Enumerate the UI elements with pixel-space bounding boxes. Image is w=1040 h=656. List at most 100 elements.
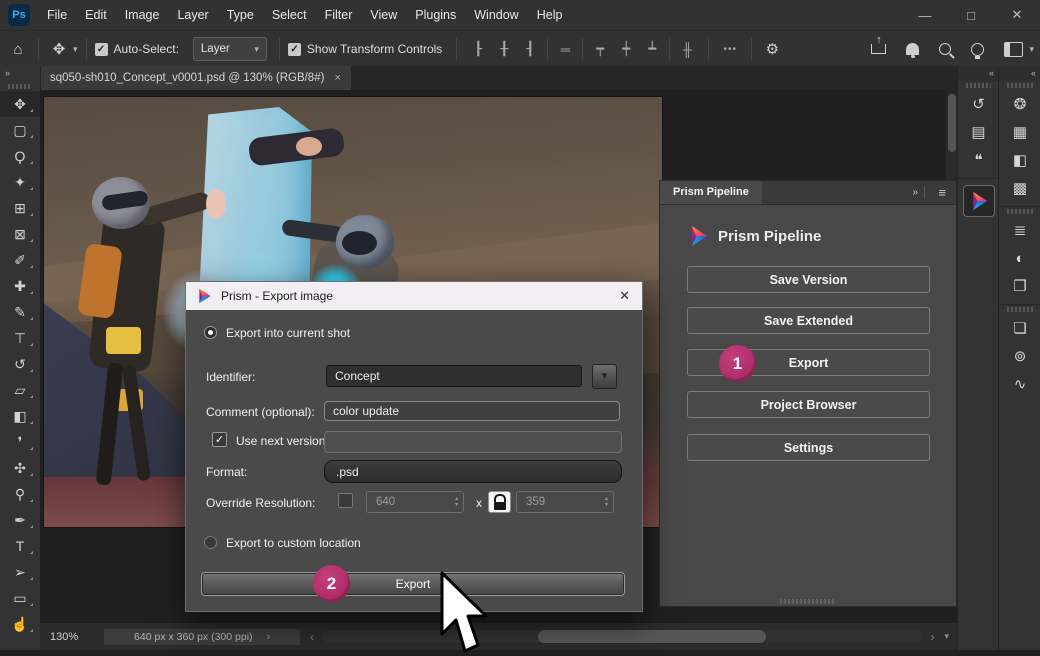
override-resolution-checkbox[interactable] xyxy=(338,493,353,508)
discover-lightbulb-icon[interactable] xyxy=(971,43,984,56)
photoshop-logo[interactable]: Ps xyxy=(8,4,30,26)
comment-input[interactable] xyxy=(324,401,620,421)
frame-tool[interactable]: ⊠ xyxy=(0,221,40,247)
menu-window[interactable]: Window xyxy=(465,0,527,30)
format-combo[interactable]: .psd xyxy=(324,460,622,483)
notifications-bell-icon[interactable] xyxy=(906,43,919,55)
menu-edit[interactable]: Edit xyxy=(76,0,116,30)
color-panel-icon[interactable]: ❂ xyxy=(999,90,1040,118)
menu-type[interactable]: Type xyxy=(218,0,263,30)
gear-icon[interactable]: ⚙ xyxy=(760,40,784,58)
vertical-scrollbar-thumb[interactable] xyxy=(948,94,956,152)
properties-panel-icon[interactable]: ❐ xyxy=(999,272,1040,300)
align-vertical-center-icon[interactable]: ┿ xyxy=(613,41,639,57)
minimize-button[interactable]: — xyxy=(902,0,948,30)
menu-layer[interactable]: Layer xyxy=(168,0,217,30)
document-info[interactable]: 640 px x 360 px (300 ppi)› xyxy=(104,629,300,645)
libraries-icon[interactable]: ▤ xyxy=(958,118,999,146)
zoom-level[interactable]: 130% xyxy=(50,631,78,643)
mixer-brush-tool[interactable]: ✣ xyxy=(0,455,40,481)
type-tool[interactable]: T xyxy=(0,533,40,559)
marquee-tool[interactable]: ▢ xyxy=(0,117,40,143)
identifier-input[interactable] xyxy=(326,365,582,387)
collapse-rail-icon[interactable]: « xyxy=(999,66,1040,81)
vertical-scrollbar[interactable] xyxy=(946,92,957,182)
rectangle-tool[interactable]: ▭ xyxy=(0,585,40,611)
hand-tool[interactable]: ☝ xyxy=(0,611,40,637)
panel-menu-icon[interactable]: ≡ xyxy=(938,181,946,204)
healing-brush-tool[interactable]: ✚ xyxy=(0,273,40,299)
toolbar-drag-handle[interactable] xyxy=(8,84,32,89)
chevron-down-icon[interactable]: ▾ xyxy=(1029,44,1034,55)
dialog-close-icon[interactable]: ✕ xyxy=(619,282,630,310)
more-options-icon[interactable]: ••• xyxy=(717,44,743,55)
maximize-button[interactable]: □ xyxy=(948,0,994,30)
layers-panel-icon[interactable]: ❏ xyxy=(999,314,1040,342)
menu-plugins[interactable]: Plugins xyxy=(406,0,465,30)
collapse-rail-icon[interactable]: « xyxy=(958,66,999,81)
history-icon[interactable]: ↺ xyxy=(958,90,999,118)
align-bottom-icon[interactable]: ┷ xyxy=(639,41,665,57)
chevron-down-icon[interactable]: ▾ xyxy=(944,631,949,642)
eyedropper-tool[interactable]: ✐ xyxy=(0,247,40,273)
menu-help[interactable]: Help xyxy=(528,0,572,30)
align-top-icon[interactable]: ┯ xyxy=(587,41,613,57)
auto-select-checkbox[interactable]: ✓ xyxy=(95,43,108,56)
tab-prism-pipeline[interactable]: Prism Pipeline xyxy=(660,181,762,204)
radio-custom-location[interactable] xyxy=(204,536,217,549)
dodge-tool[interactable]: ⚲ xyxy=(0,481,40,507)
horizontal-scrollbar-thumb[interactable] xyxy=(538,630,766,643)
settings-button[interactable]: Settings xyxy=(687,434,930,461)
move-tool[interactable]: ✥ xyxy=(0,91,40,117)
collapse-panel-icon[interactable]: » xyxy=(912,181,918,204)
gradient-tool[interactable]: ◧ xyxy=(0,403,40,429)
pen-tool[interactable]: ✒ xyxy=(0,507,40,533)
menu-file[interactable]: File xyxy=(38,0,76,30)
width-spinner[interactable]: 640 ▴▾ xyxy=(366,491,464,513)
rail-drag-handle[interactable] xyxy=(1007,209,1033,214)
dialog-export-button[interactable]: Export xyxy=(201,572,625,596)
clone-stamp-tool[interactable]: ⊤ xyxy=(0,325,40,351)
align-horizontal-center-icon[interactable]: ╂ xyxy=(491,41,517,57)
brush-tool[interactable]: ✎ xyxy=(0,299,40,325)
eraser-tool[interactable]: ▱ xyxy=(0,377,40,403)
save-version-button[interactable]: Save Version xyxy=(687,266,930,293)
path-select-tool[interactable]: ➢ xyxy=(0,559,40,585)
distribute-horizontal-icon[interactable]: ╫ xyxy=(674,42,700,57)
adjustments-panel-icon[interactable]: ≣ xyxy=(999,216,1040,244)
project-browser-button[interactable]: Project Browser xyxy=(687,391,930,418)
document-tab[interactable]: sq050-sh010_Concept_v0001.psd @ 130% (RG… xyxy=(40,66,351,90)
home-icon[interactable]: ⌂ xyxy=(6,41,30,58)
comments-icon[interactable]: ❝ xyxy=(958,146,999,174)
align-top-edge-icon[interactable]: ═ xyxy=(552,42,578,57)
scroll-left-arrow-icon[interactable]: ‹ xyxy=(310,630,314,644)
styles-panel-icon[interactable]: ◐ xyxy=(999,244,1040,272)
menu-filter[interactable]: Filter xyxy=(316,0,362,30)
radio-current-shot[interactable] xyxy=(204,326,217,339)
crop-tool[interactable]: ⊞ xyxy=(0,195,40,221)
rail-drag-handle[interactable] xyxy=(966,83,991,88)
rail-drag-handle[interactable] xyxy=(1007,83,1033,88)
horizontal-scrollbar[interactable] xyxy=(322,630,922,643)
history-brush-tool[interactable]: ↺ xyxy=(0,351,40,377)
identifier-dropdown-button[interactable]: ▼ xyxy=(592,364,617,389)
close-button[interactable]: ✕ xyxy=(994,0,1040,30)
height-spinner[interactable]: 359 ▴▾ xyxy=(516,491,614,513)
show-transform-checkbox[interactable]: ✓ xyxy=(288,43,301,56)
lasso-tool[interactable]: Ϙ xyxy=(0,143,40,169)
dialog-title-bar[interactable]: Prism - Export image ✕ xyxy=(186,282,642,310)
menu-view[interactable]: View xyxy=(361,0,406,30)
prism-plugin-icon[interactable] xyxy=(963,185,995,217)
chevron-down-icon[interactable]: ▾ xyxy=(73,44,78,55)
panel-resize-handle[interactable] xyxy=(780,599,836,604)
blur-tool[interactable]: ❜ xyxy=(0,429,40,455)
gradients-panel-icon[interactable]: ◧ xyxy=(999,146,1040,174)
share-icon[interactable]: ↑ xyxy=(871,44,886,54)
align-left-icon[interactable]: ┠ xyxy=(465,41,491,57)
auto-select-target-dropdown[interactable]: Layer▾ xyxy=(193,37,267,61)
move-tool-icon[interactable]: ✥ xyxy=(47,40,71,58)
use-next-version-checkbox[interactable]: ✓ xyxy=(212,432,227,447)
patterns-panel-icon[interactable]: ▩ xyxy=(999,174,1040,202)
collapse-toolbar-icon[interactable]: » xyxy=(0,66,40,82)
rail-drag-handle[interactable] xyxy=(1007,307,1033,312)
